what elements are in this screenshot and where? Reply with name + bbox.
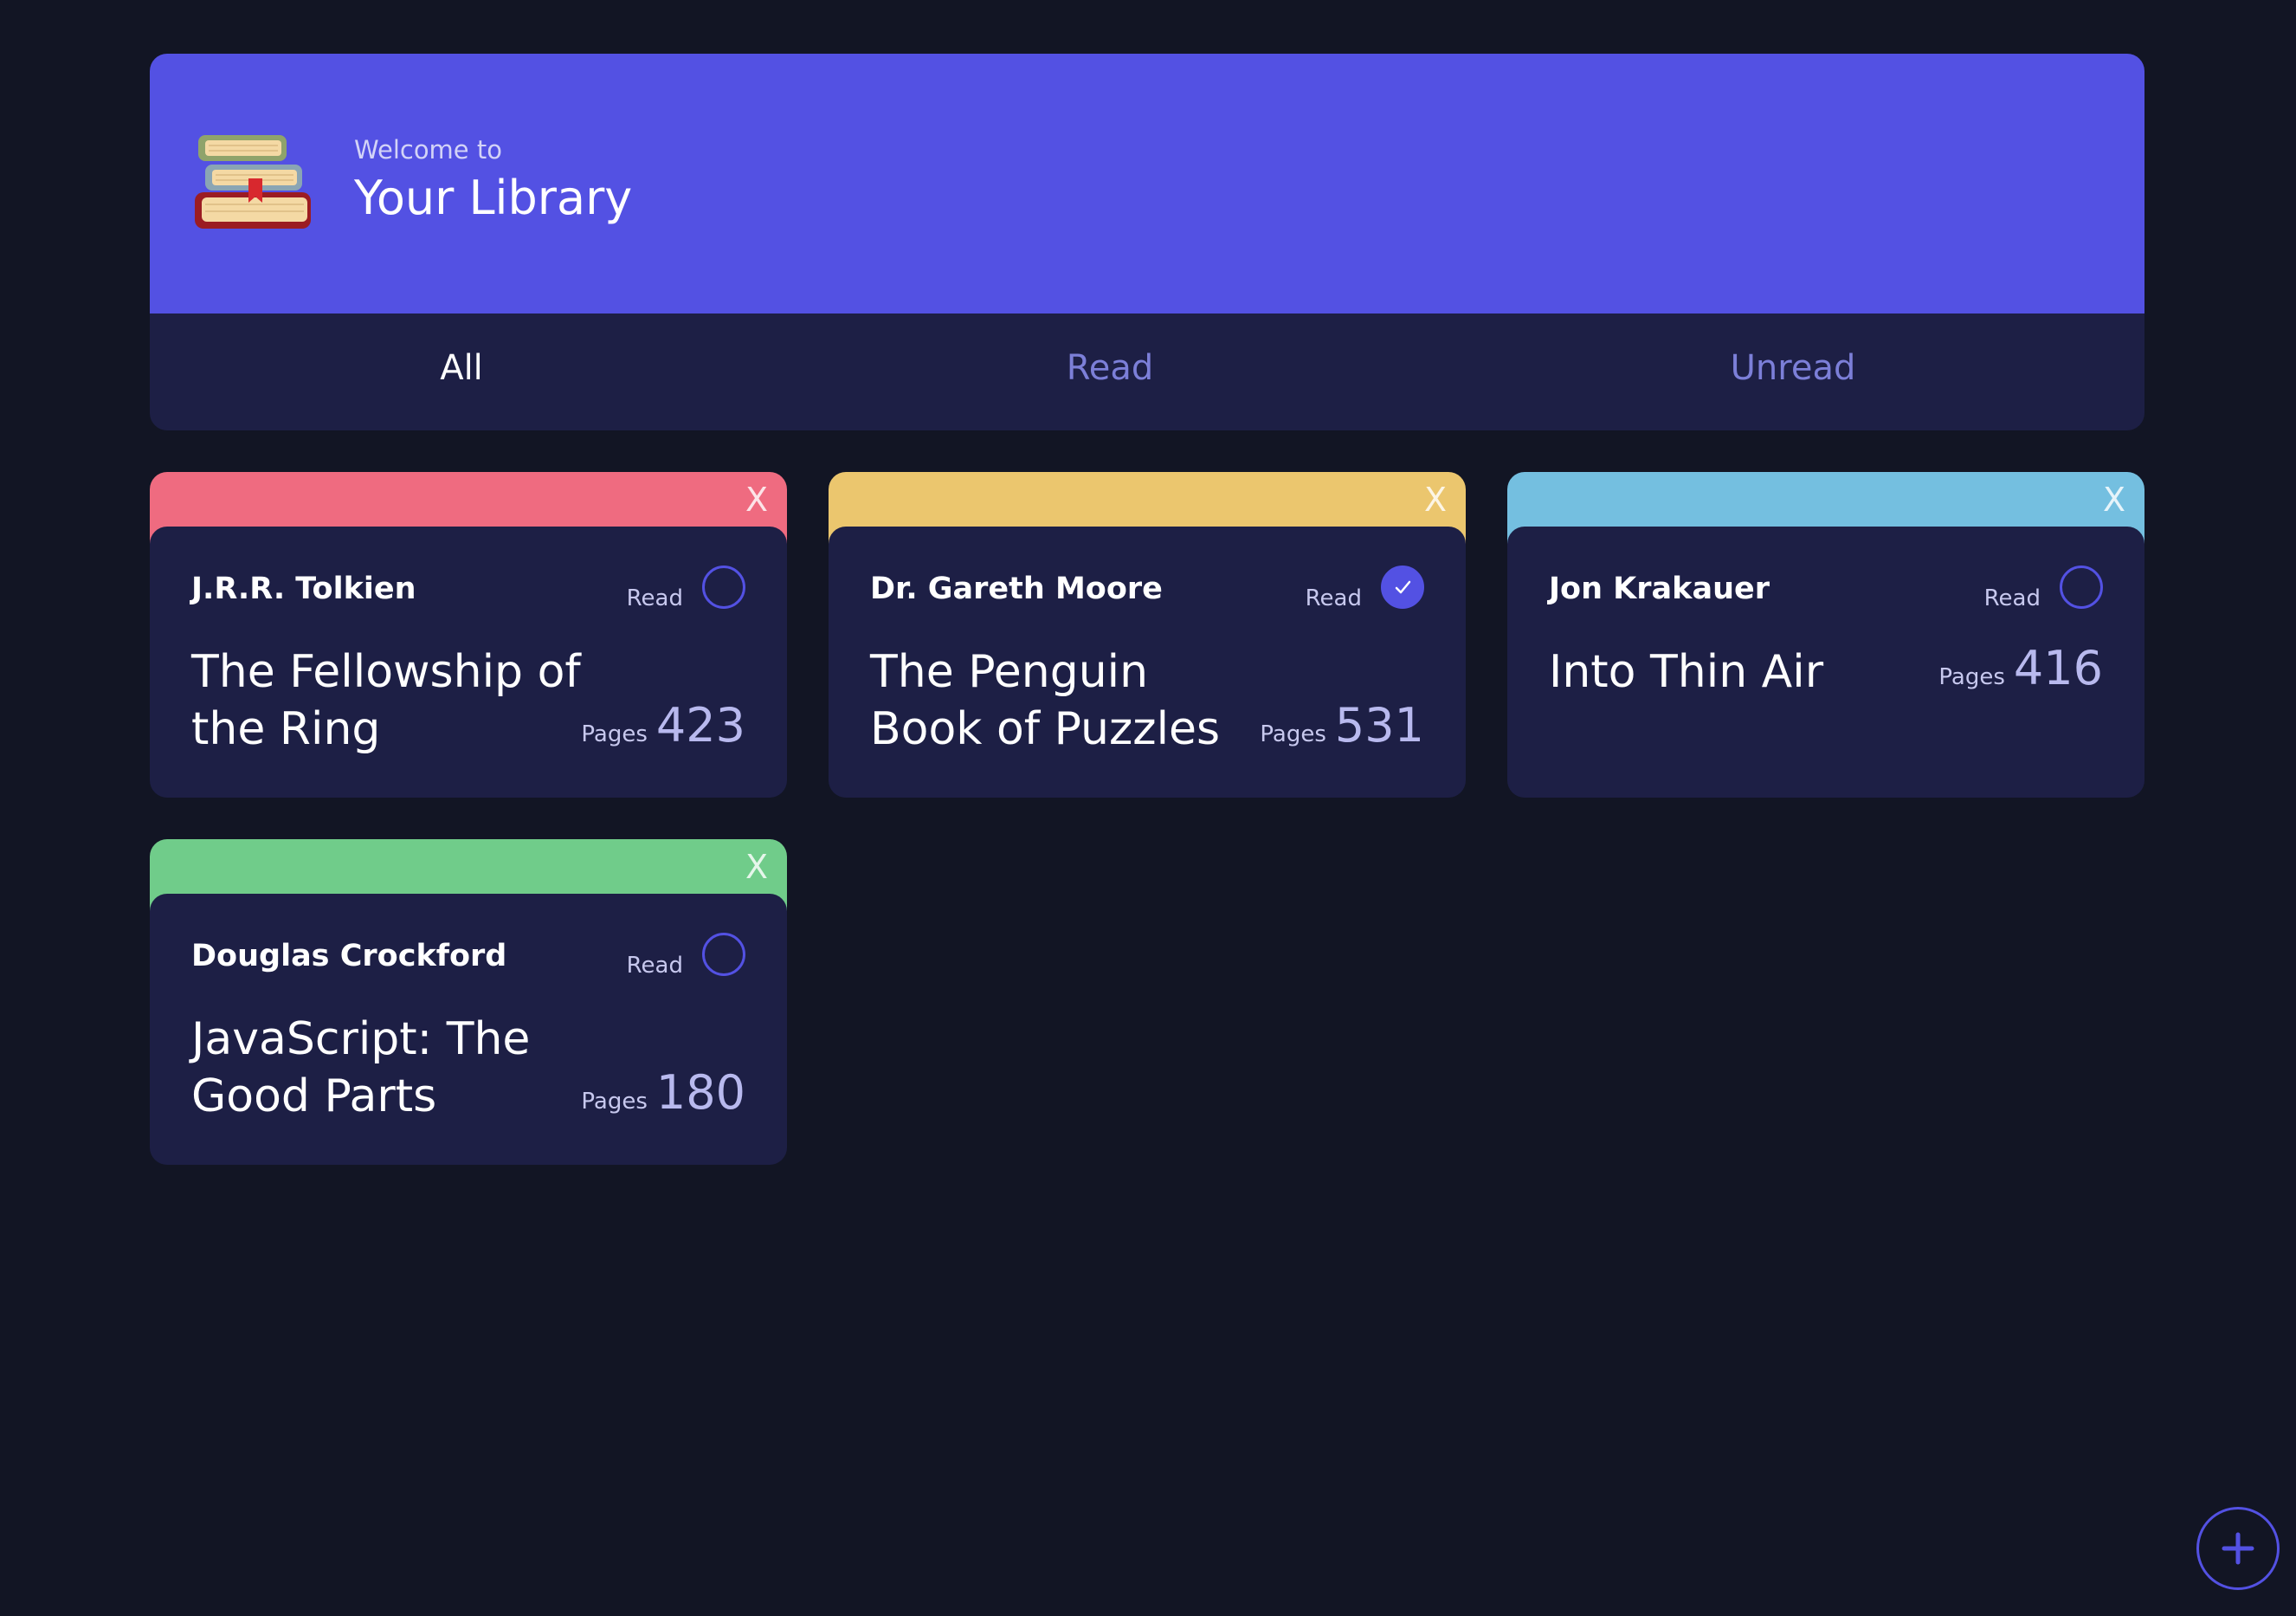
checkmark-icon [1395, 580, 1411, 594]
book-title: The Fellowship of the Ring [191, 646, 581, 755]
delete-book-button[interactable]: X [745, 848, 768, 886]
read-label: Read [626, 585, 683, 611]
add-book-button[interactable] [2196, 1507, 2280, 1590]
book-author: Douglas Crockford [191, 939, 507, 973]
read-toggle[interactable] [702, 566, 745, 609]
tab-read[interactable]: Read [1067, 348, 1154, 388]
book-title: JavaScript: The Good Parts [191, 1013, 531, 1122]
library-header: Welcome to Your Library [150, 54, 2144, 314]
filter-tabs: All Read Unread [150, 314, 2144, 430]
page-count: Pages 531 [1260, 698, 1424, 753]
pages-value: 423 [655, 698, 745, 753]
read-toggle[interactable] [702, 933, 745, 976]
plus-icon [2222, 1532, 2254, 1565]
pages-label: Pages [581, 721, 648, 747]
book-card: X Jon Krakauer Read Into Thin Air Pages 4… [1507, 472, 2144, 798]
pages-value: 416 [2013, 641, 2103, 695]
tab-unread[interactable]: Unread [1731, 348, 1856, 388]
page-count: Pages 416 [1938, 641, 2103, 695]
page-count: Pages 423 [581, 698, 745, 753]
read-toggle[interactable] [1381, 566, 1424, 609]
delete-book-button[interactable]: X [2103, 481, 2125, 519]
book-card: X J.R.R. Tolkien Read The Fellowship of … [150, 472, 787, 798]
pages-label: Pages [1938, 664, 2005, 690]
tab-all[interactable]: All [440, 348, 483, 388]
book-title: The Penguin Book of Puzzles [870, 646, 1221, 755]
book-author: Jon Krakauer [1549, 572, 1770, 606]
welcome-text: Welcome to [354, 135, 502, 165]
book-author: Dr. Gareth Moore [870, 572, 1163, 606]
card-body: J.R.R. Tolkien Read The Fellowship of th… [150, 527, 787, 798]
delete-book-button[interactable]: X [745, 481, 768, 519]
book-card: X Dr. Gareth Moore Read The Penguin Book… [829, 472, 1466, 798]
read-toggle[interactable] [2060, 566, 2103, 609]
page-count: Pages 180 [581, 1065, 745, 1120]
page-title: Your Library [354, 171, 633, 225]
delete-book-button[interactable]: X [1424, 481, 1447, 519]
card-body: Dr. Gareth Moore Read The Penguin Book o… [829, 527, 1466, 798]
book-title: Into Thin Air [1549, 646, 1824, 698]
pages-value: 180 [655, 1065, 745, 1120]
pages-value: 531 [1334, 698, 1424, 753]
card-body: Douglas Crockford Read JavaScript: The G… [150, 894, 787, 1165]
pages-label: Pages [1260, 721, 1326, 747]
pages-label: Pages [581, 1089, 648, 1115]
card-body: Jon Krakauer Read Into Thin Air Pages 416 [1507, 527, 2144, 798]
read-label: Read [1983, 585, 2041, 611]
books-stack-icon [195, 135, 311, 229]
book-card: X Douglas Crockford Read JavaScript: The… [150, 839, 787, 1165]
book-author: J.R.R. Tolkien [191, 572, 416, 606]
read-label: Read [1305, 585, 1362, 611]
read-label: Read [626, 953, 683, 979]
